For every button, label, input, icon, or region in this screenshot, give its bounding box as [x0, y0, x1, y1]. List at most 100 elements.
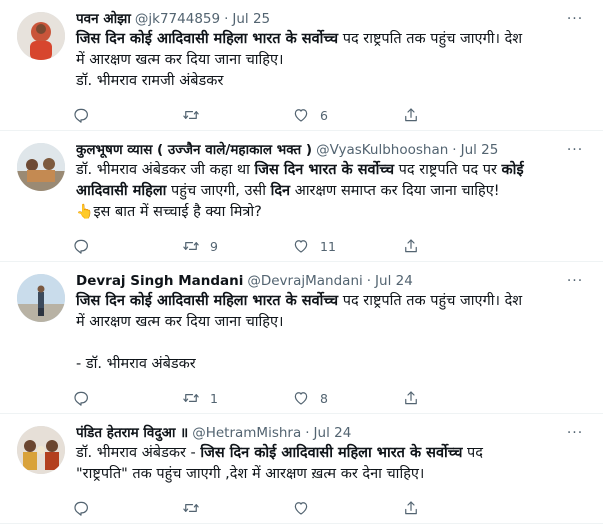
share-button[interactable] — [402, 499, 512, 517]
avatar-image — [17, 12, 65, 60]
heart-icon — [294, 392, 308, 405]
bold-text: जिस दिन कोई आदिवासी महिला भारत के सर्वोच… — [76, 293, 339, 309]
author-handle[interactable]: @VyasKulbhooshan — [316, 141, 448, 159]
like-button[interactable]: 8 — [292, 389, 402, 407]
reply-icon — [74, 239, 88, 254]
tweet-text-line: डॉ. भीमराव अंबेडकर जी कहा था जिस दिन भार… — [76, 160, 589, 181]
text-segment: डॉ. भीमराव रामजी अंबेडकर — [76, 73, 224, 89]
text-segment: डॉ. भीमराव अंबेडकर - — [76, 445, 201, 461]
retweet-icon — [183, 394, 199, 402]
retweet-button[interactable]: 1 — [182, 389, 292, 407]
tweet-text: जिस दिन कोई आदिवासी महिला भारत के सर्वोच… — [76, 29, 589, 92]
text-segment: पद राष्ट्रपति तक पहुंच जाएगी। देश — [338, 31, 523, 47]
tweet-text-line — [76, 333, 589, 354]
reply-button[interactable] — [72, 106, 182, 124]
like-count: 11 — [320, 238, 336, 254]
text-segment: आरक्षण समाप्त कर दिया जाना चाहिए! — [290, 183, 500, 199]
bold-text: कोई — [501, 162, 524, 178]
more-dots-icon[interactable]: ··· — [565, 141, 585, 159]
bold-text: जिस दिन भारत के सर्वोच्च — [254, 162, 395, 178]
avatar-image — [17, 143, 65, 191]
avatar[interactable] — [17, 426, 65, 474]
tweet-text-line: डॉ. भीमराव अंबेडकर - जिस दिन कोई आदिवासी… — [76, 443, 589, 464]
bold-text: दिन — [270, 183, 291, 199]
reply-button[interactable] — [72, 499, 182, 517]
author-name[interactable]: कुलभूषण व्यास ( उज्जैन वाले/महाकाल भक्त … — [76, 141, 312, 159]
tweet-time[interactable]: Jul 24 — [314, 424, 352, 442]
like-button[interactable] — [292, 499, 402, 517]
tweet-text-line: जिस दिन कोई आदिवासी महिला भारत के सर्वोच… — [76, 29, 589, 50]
author-handle[interactable]: @HetramMishra — [192, 424, 301, 442]
author-handle[interactable]: @jk7744859 — [135, 10, 220, 28]
heart-icon — [294, 109, 308, 122]
text-segment: डॉ. भीमराव अंबेडकर जी कहा था — [76, 162, 255, 178]
text-segment: पद — [462, 445, 483, 461]
tweet-text: जिस दिन कोई आदिवासी महिला भारत के सर्वोच… — [76, 291, 589, 375]
tweet[interactable]: पवन ओझा @jk7744859 · Jul 25 ··· जिस दिन … — [0, 0, 603, 131]
tweet[interactable]: कुलभूषण व्यास ( उज्जैन वाले/महाकाल भक्त … — [0, 131, 603, 262]
like-count: 8 — [320, 390, 328, 406]
like-button[interactable]: 11 — [292, 237, 402, 255]
separator-dot: · — [452, 142, 457, 158]
share-icon — [405, 239, 417, 253]
bold-text: आदिवासी महिला — [76, 183, 167, 199]
tweet[interactable]: पंडित हेतराम विदुआ ॥ @HetramMishra · Jul… — [0, 414, 603, 524]
tweet-time[interactable]: Jul 24 — [375, 272, 413, 290]
text-segment: में आरक्षण खत्म कर दिया जाना चाहिए। — [76, 52, 284, 68]
avatar[interactable] — [17, 12, 65, 60]
pointing-up-emoji: 👆 — [76, 204, 94, 220]
more-dots-icon[interactable]: ··· — [565, 10, 585, 28]
more-dots-icon[interactable]: ··· — [565, 272, 585, 290]
author-handle[interactable]: @DevrajMandani — [247, 272, 362, 290]
separator-dot: · — [305, 425, 310, 441]
tweet-text-line: में आरक्षण खत्म कर दिया जाना चाहिए। — [76, 312, 589, 333]
retweet-button[interactable] — [182, 106, 292, 124]
text-segment: में आरक्षण खत्म कर दिया जाना चाहिए। — [76, 314, 284, 330]
reply-button[interactable] — [72, 389, 182, 407]
like-button[interactable]: 6 — [292, 106, 402, 124]
share-button[interactable] — [402, 237, 512, 255]
tweet[interactable]: Devraj Singh Mandani @DevrajMandani · Ju… — [0, 262, 603, 414]
tweet-time[interactable]: Jul 25 — [232, 10, 270, 28]
retweet-count: 1 — [210, 390, 218, 406]
share-button[interactable] — [402, 106, 512, 124]
author-name[interactable]: पंडित हेतराम विदुआ ॥ — [76, 424, 188, 442]
tweet-header: Devraj Singh Mandani @DevrajMandani · Ju… — [76, 272, 589, 290]
tweet-text-line: "राष्ट्रपति" तक पहुंच जाएगी ,देश में आरक… — [76, 464, 589, 485]
separator-dot: · — [366, 273, 372, 289]
share-icon — [405, 501, 417, 515]
avatar-image — [17, 426, 65, 474]
retweet-button[interactable]: 9 — [182, 237, 292, 255]
text-segment: पद राष्ट्रपति तक पहुंच जाएगी। देश — [338, 293, 523, 309]
reply-button[interactable] — [72, 237, 182, 255]
tweet-time[interactable]: Jul 25 — [461, 141, 499, 159]
avatar[interactable] — [17, 143, 65, 191]
reply-icon — [74, 108, 88, 123]
share-icon — [405, 108, 417, 122]
tweet-text-line: में आरक्षण खत्म कर दिया जाना चाहिए। — [76, 50, 589, 71]
author-name[interactable]: पवन ओझा — [76, 10, 131, 28]
heart-icon — [294, 502, 308, 515]
retweet-icon — [183, 111, 199, 119]
tweet-header: पंडित हेतराम विदुआ ॥ @HetramMishra · Jul… — [76, 424, 589, 442]
tweet-text: डॉ. भीमराव अंबेडकर - जिस दिन कोई आदिवासी… — [76, 443, 589, 485]
tweet-text-line: - डॉ. भीमराव अंबेडकर — [76, 354, 589, 375]
reply-icon — [74, 501, 88, 516]
tweet-header: पवन ओझा @jk7744859 · Jul 25 — [76, 10, 589, 28]
tweet-text-line: 👆इस बात में सच्चाई है क्या मित्रो? — [76, 202, 589, 223]
tweet-header: कुलभूषण व्यास ( उज्जैन वाले/महाकाल भक्त … — [76, 141, 589, 159]
more-dots-icon[interactable]: ··· — [565, 424, 585, 442]
tweet-text-line: जिस दिन कोई आदिवासी महिला भारत के सर्वोच… — [76, 291, 589, 312]
retweet-button[interactable] — [182, 499, 292, 517]
text-segment: पद राष्ट्रपति पद पर — [394, 162, 502, 178]
tweet-actions: 6 — [72, 100, 512, 130]
like-count: 6 — [320, 107, 328, 123]
retweet-count: 9 — [210, 238, 218, 254]
author-name[interactable]: Devraj Singh Mandani — [76, 272, 243, 290]
reply-icon — [74, 391, 88, 406]
bold-text: जिस दिन कोई आदिवासी महिला भारत के सर्वोच… — [76, 31, 339, 47]
text-segment: इस बात में सच्चाई है क्या मित्रो? — [93, 204, 262, 220]
avatar[interactable] — [17, 274, 65, 322]
text-segment: - डॉ. भीमराव अंबेडकर — [76, 356, 196, 372]
share-button[interactable] — [402, 389, 512, 407]
